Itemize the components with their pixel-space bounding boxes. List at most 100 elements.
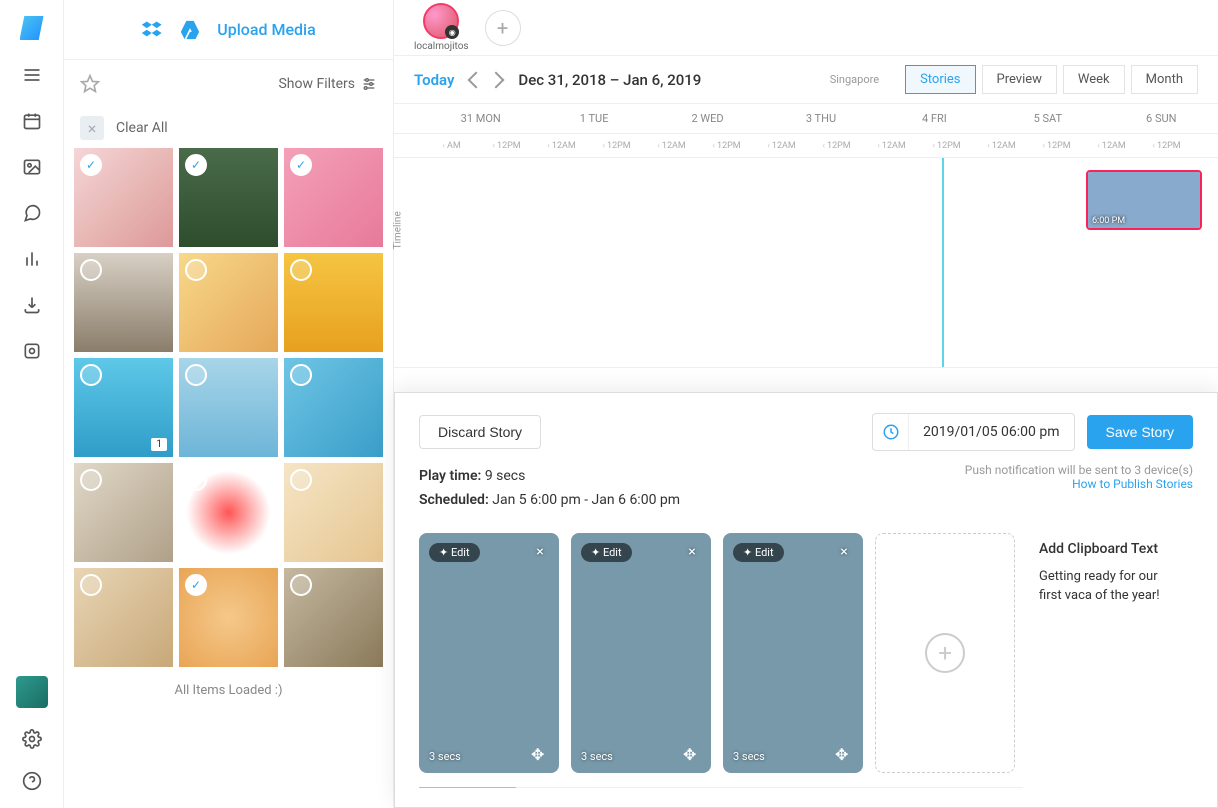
story-card[interactable]: ✦ Edit×3 secs✥ bbox=[723, 533, 863, 773]
chat-icon[interactable] bbox=[21, 202, 43, 224]
discard-story-button[interactable]: Discard Story bbox=[419, 415, 541, 449]
star-icon[interactable] bbox=[80, 74, 100, 94]
story-card[interactable]: ✦ Edit×3 secs✥ bbox=[571, 533, 711, 773]
tab-preview[interactable]: Preview bbox=[982, 65, 1057, 94]
edit-button[interactable]: ✦ Edit bbox=[733, 543, 784, 562]
menu-icon[interactable] bbox=[21, 64, 43, 86]
hour-tick: 12AM bbox=[974, 134, 1029, 157]
day-header: 3 THU bbox=[764, 104, 877, 133]
view-tabs: StoriesPreviewWeekMonth bbox=[905, 65, 1198, 94]
select-checkbox-icon[interactable] bbox=[185, 259, 207, 281]
app-logo-icon bbox=[20, 16, 44, 40]
media-thumb[interactable] bbox=[179, 148, 278, 247]
day-header: 4 FRI bbox=[878, 104, 991, 133]
select-checkbox-icon[interactable] bbox=[80, 154, 102, 176]
download-icon[interactable] bbox=[21, 294, 43, 316]
hour-tick: 12AM bbox=[644, 134, 699, 157]
select-checkbox-icon[interactable] bbox=[80, 574, 102, 596]
show-filters-button[interactable]: Show Filters bbox=[278, 76, 377, 92]
hour-tick: 12PM bbox=[1139, 134, 1194, 157]
select-checkbox-icon[interactable] bbox=[290, 364, 312, 386]
drag-handle-icon[interactable]: ✥ bbox=[531, 745, 549, 763]
clipboard-panel[interactable]: Add Clipboard TextGetting ready for our … bbox=[1027, 533, 1193, 773]
media-grid: 1 bbox=[64, 148, 393, 667]
select-checkbox-icon[interactable] bbox=[290, 259, 312, 281]
select-checkbox-icon[interactable] bbox=[290, 154, 312, 176]
add-card-button[interactable]: + bbox=[875, 533, 1015, 773]
tab-stories[interactable]: Stories bbox=[905, 65, 975, 94]
remove-card-button[interactable]: × bbox=[531, 543, 549, 561]
select-checkbox-icon[interactable] bbox=[185, 469, 207, 491]
timeline[interactable]: Timeline 6:00 PM bbox=[394, 158, 1218, 368]
media-thumb[interactable] bbox=[74, 148, 173, 247]
hour-tick: 12AM bbox=[864, 134, 919, 157]
media-thumb[interactable] bbox=[179, 253, 278, 352]
media-thumb[interactable] bbox=[179, 568, 278, 667]
hour-tick: 12AM bbox=[534, 134, 589, 157]
date-range-label: Dec 31, 2018 – Jan 6, 2019 bbox=[518, 71, 701, 89]
play-time-value: 9 secs bbox=[485, 468, 526, 484]
media-thumb[interactable] bbox=[74, 568, 173, 667]
image-icon[interactable] bbox=[21, 156, 43, 178]
schedule-datetime-input[interactable]: 2019/01/05 06:00 pm bbox=[909, 414, 1073, 450]
media-thumb[interactable] bbox=[74, 253, 173, 352]
story-editor: Discard Story 2019/01/05 06:00 pm Save S… bbox=[394, 392, 1218, 808]
save-story-button[interactable]: Save Story bbox=[1087, 415, 1193, 449]
day-header: 2 WED bbox=[651, 104, 764, 133]
select-checkbox-icon[interactable] bbox=[185, 154, 207, 176]
calendar-icon[interactable] bbox=[21, 110, 43, 132]
scheduled-value: Jan 5 6:00 pm - Jan 6 6:00 pm bbox=[492, 492, 680, 508]
hour-tick: 12PM bbox=[809, 134, 864, 157]
dropbox-icon[interactable] bbox=[141, 19, 163, 41]
media-thumb[interactable] bbox=[284, 463, 383, 562]
hour-headers: AM12PM12AM12PM12AM12PM12AM12PM12AM12PM12… bbox=[394, 134, 1218, 158]
story-card[interactable]: ✦ Edit × 3 secs ✥ bbox=[419, 533, 559, 773]
drag-handle-icon[interactable]: ✥ bbox=[835, 745, 853, 763]
edit-button[interactable]: ✦ Edit bbox=[581, 543, 632, 562]
select-checkbox-icon[interactable] bbox=[185, 364, 207, 386]
media-thumb[interactable] bbox=[179, 463, 278, 562]
select-checkbox-icon[interactable] bbox=[290, 574, 312, 596]
media-panel: Upload Media Show Filters × Clear All 1 … bbox=[64, 0, 394, 808]
prev-week-button[interactable] bbox=[468, 71, 485, 88]
account-selector[interactable]: ◉ localmojitos bbox=[414, 3, 469, 52]
scheduled-post[interactable]: 6:00 PM bbox=[1086, 170, 1202, 230]
target-icon[interactable] bbox=[21, 340, 43, 362]
googledrive-icon[interactable] bbox=[179, 19, 201, 41]
select-checkbox-icon[interactable] bbox=[290, 469, 312, 491]
remove-card-button[interactable]: × bbox=[683, 543, 701, 561]
day-headers: 31 MON1 TUE2 WED3 THU4 FRI5 SAT6 SUN bbox=[394, 104, 1218, 134]
now-marker bbox=[942, 158, 944, 367]
select-checkbox-icon[interactable] bbox=[80, 259, 102, 281]
help-link[interactable]: How to Publish Stories bbox=[965, 477, 1193, 491]
tab-week[interactable]: Week bbox=[1063, 65, 1125, 94]
media-thumb[interactable] bbox=[284, 148, 383, 247]
tab-month[interactable]: Month bbox=[1131, 65, 1198, 94]
day-header: 6 SUN bbox=[1105, 104, 1218, 133]
drag-handle-icon[interactable]: ✥ bbox=[683, 745, 701, 763]
analytics-icon[interactable] bbox=[21, 248, 43, 270]
select-checkbox-icon[interactable] bbox=[80, 364, 102, 386]
clear-all-label[interactable]: Clear All bbox=[116, 120, 168, 136]
help-icon[interactable] bbox=[21, 770, 43, 792]
select-checkbox-icon[interactable] bbox=[80, 469, 102, 491]
upload-media-button[interactable]: Upload Media bbox=[217, 20, 316, 39]
today-button[interactable]: Today bbox=[414, 71, 454, 89]
edit-button[interactable]: ✦ Edit bbox=[429, 543, 480, 562]
media-thumb[interactable] bbox=[74, 463, 173, 562]
add-account-button[interactable]: + bbox=[485, 10, 521, 46]
duration-label: 3 secs bbox=[429, 750, 461, 763]
select-checkbox-icon[interactable] bbox=[185, 574, 207, 596]
remove-card-button[interactable]: × bbox=[835, 543, 853, 561]
media-thumb[interactable] bbox=[284, 358, 383, 457]
user-avatar[interactable] bbox=[16, 676, 48, 708]
media-thumb[interactable] bbox=[284, 253, 383, 352]
next-week-button[interactable] bbox=[488, 71, 505, 88]
left-rail bbox=[0, 0, 64, 808]
settings-icon[interactable] bbox=[21, 728, 43, 750]
media-thumb[interactable]: 1 bbox=[74, 358, 173, 457]
media-thumb[interactable] bbox=[284, 568, 383, 667]
notification-text: Push notification will be sent to 3 devi… bbox=[965, 463, 1193, 477]
media-thumb[interactable] bbox=[179, 358, 278, 457]
clear-selection-button[interactable]: × bbox=[80, 116, 104, 140]
